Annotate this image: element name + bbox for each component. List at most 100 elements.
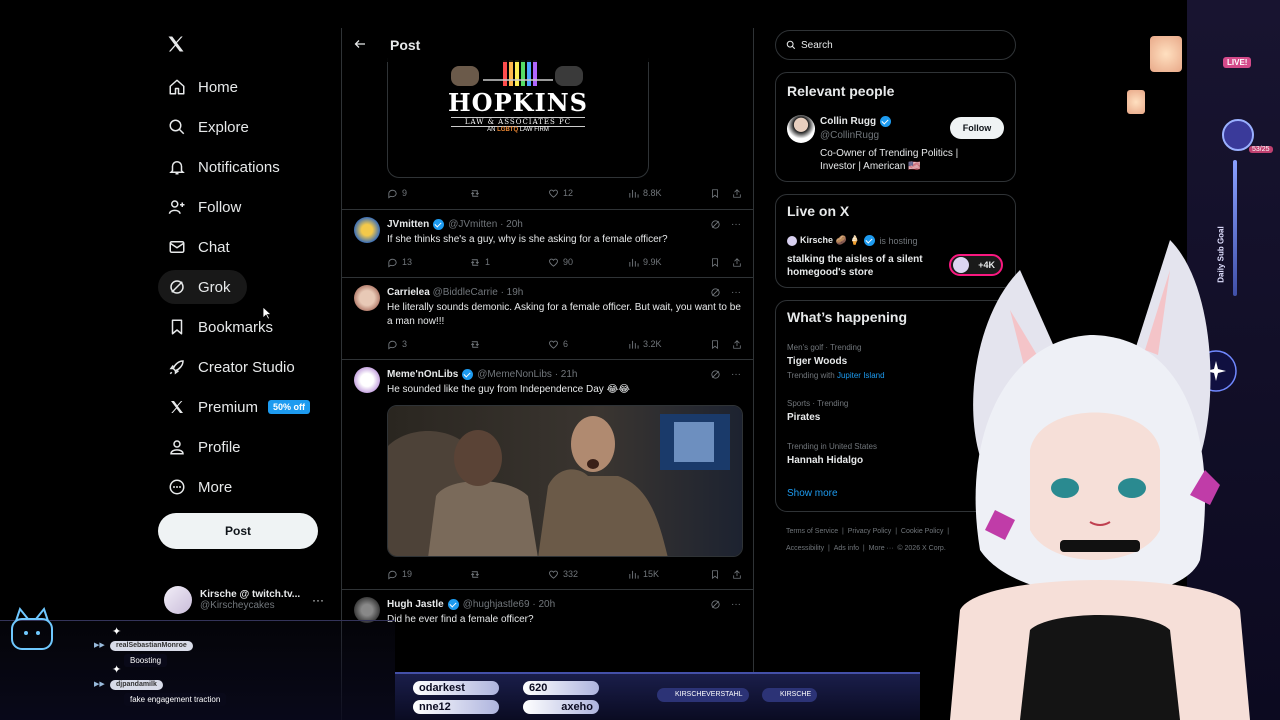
chat-username: djpandamilk	[110, 680, 163, 690]
grok-icon[interactable]	[710, 369, 721, 380]
more-dots-icon[interactable]: ···	[312, 593, 324, 607]
trend-link[interactable]: Jupiter Island	[837, 371, 885, 380]
like-button[interactable]: 12	[548, 188, 573, 199]
bookmark-button[interactable]	[710, 257, 724, 268]
views-button[interactable]: 9.9K	[628, 257, 662, 268]
account-switcher[interactable]: Kirsche @ twitch.tv... @Kirscheycakes ··…	[164, 583, 336, 617]
bookmark-button[interactable]	[710, 188, 724, 199]
share-button[interactable]	[732, 257, 746, 268]
footer-terms[interactable]: Terms of Service	[786, 528, 838, 535]
nav-premium[interactable]: Premium 50% off	[158, 390, 311, 424]
like-button[interactable]: 90	[548, 257, 573, 268]
author-name[interactable]: Meme'nOnLibs	[387, 369, 458, 380]
share-icon	[733, 188, 741, 198]
author-handle[interactable]: @JVmitten	[448, 219, 497, 230]
trend-name[interactable]: Pirates	[787, 412, 820, 423]
trend-name[interactable]: Tiger Woods	[787, 356, 847, 367]
repost-button[interactable]	[469, 569, 485, 580]
repost-button[interactable]	[469, 339, 485, 350]
search-box[interactable]	[775, 30, 1016, 60]
reply-button[interactable]: 9	[387, 188, 407, 199]
grok-icon[interactable]	[710, 219, 721, 230]
live-stream-title[interactable]: stalking the aisles of a silent homegood…	[787, 253, 937, 279]
follow-button[interactable]: Follow	[950, 117, 1004, 139]
share-button[interactable]	[732, 188, 746, 199]
search-input[interactable]	[801, 39, 1001, 51]
author-handle[interactable]: @MemeNonLibs	[477, 369, 552, 380]
grok-icon[interactable]	[710, 599, 721, 610]
share-button[interactable]	[732, 339, 746, 350]
chart-bars-icon	[629, 570, 639, 579]
author-name[interactable]: JVmitten	[387, 219, 429, 230]
timestamp[interactable]: · 19h	[501, 287, 524, 298]
nav-explore[interactable]: Explore	[158, 110, 249, 144]
cat-mascot-icon	[11, 606, 53, 650]
reply-tweet[interactable]: Hugh Jastle @hughjastle69 · 20h ··· Did …	[342, 589, 753, 649]
reply-button[interactable]: 13	[387, 257, 412, 268]
author-name[interactable]: Hugh Jastle	[387, 599, 444, 610]
nav-profile[interactable]: Profile	[158, 430, 241, 464]
footer-accessibility[interactable]: Accessibility	[786, 545, 824, 552]
more-dots-icon[interactable]: ···	[731, 599, 741, 610]
x-logo-icon	[166, 396, 188, 418]
footer-cookie[interactable]: Cookie Policy	[901, 528, 943, 535]
person-handle[interactable]: @CollinRugg	[820, 130, 879, 141]
trend-with: Trending with Jupiter Island	[787, 371, 885, 380]
bookmark-button[interactable]	[710, 339, 724, 350]
back-arrow-icon[interactable]	[354, 37, 368, 53]
share-button[interactable]	[732, 569, 746, 580]
live-host-row[interactable]: Kirsche 🥔 🍦 is hosting	[787, 235, 917, 246]
like-button[interactable]: 332	[548, 569, 578, 580]
timestamp[interactable]: · 21h	[555, 369, 578, 380]
show-more-link[interactable]: Show more	[787, 488, 838, 499]
avatar	[787, 235, 797, 246]
tweet-action-bar: 13 1 90 9.9K	[387, 255, 742, 269]
live-listener-count[interactable]: +4K	[949, 254, 1003, 276]
footer-ads-info[interactable]: Ads info	[834, 545, 859, 552]
author-handle[interactable]: @BiddleCarrie	[433, 287, 498, 298]
reply-icon	[388, 340, 397, 350]
author-name[interactable]: Carrielea	[387, 287, 430, 298]
avatar[interactable]	[354, 285, 380, 311]
avatar[interactable]	[354, 367, 380, 393]
reply-icon	[388, 189, 397, 199]
nav-more[interactable]: More	[158, 470, 232, 504]
trend-name[interactable]: Hannah Hidalgo	[787, 455, 863, 466]
bookmark-button[interactable]	[710, 569, 724, 580]
avatar[interactable]	[354, 597, 380, 623]
trend-category: Trending in United States	[787, 442, 877, 451]
views-button[interactable]: 15K	[628, 569, 659, 580]
post-button[interactable]: Post	[158, 513, 318, 549]
avatar[interactable]	[354, 217, 380, 243]
nav-follow[interactable]: Follow	[158, 190, 241, 224]
repost-button[interactable]	[469, 188, 485, 199]
more-dots-icon[interactable]: ···	[731, 287, 741, 298]
nav-chat[interactable]: Chat	[158, 230, 230, 264]
video-thumbnail[interactable]	[387, 405, 743, 557]
logo-tagline: AN LGBTQ LAW FIRM	[487, 127, 549, 133]
nav-creator-studio[interactable]: Creator Studio	[158, 350, 295, 384]
bookmark-icon	[712, 188, 718, 198]
footer-more[interactable]: More ···	[869, 545, 894, 552]
nav-bookmarks[interactable]: Bookmarks	[158, 310, 273, 344]
nav-grok[interactable]: Grok	[158, 270, 247, 304]
person-name[interactable]: Collin Rugg	[820, 116, 876, 127]
author-handle[interactable]: @hughjastle69	[463, 599, 530, 610]
avatar[interactable]	[787, 115, 815, 143]
more-dots-icon[interactable]: ···	[731, 369, 741, 380]
timestamp[interactable]: · 20h	[532, 599, 555, 610]
nav-notifications[interactable]: Notifications	[158, 150, 280, 184]
x-logo-icon[interactable]	[166, 34, 190, 58]
views-button[interactable]: 8.8K	[628, 188, 662, 199]
like-button[interactable]: 6	[548, 339, 568, 350]
repost-button[interactable]: 1	[469, 257, 490, 268]
grok-icon[interactable]	[710, 287, 721, 298]
reply-button[interactable]: 3	[387, 339, 407, 350]
more-dots-icon[interactable]: ···	[731, 219, 741, 230]
reply-button[interactable]: 19	[387, 569, 412, 580]
nav-home[interactable]: Home	[158, 70, 238, 104]
footer-privacy[interactable]: Privacy Policy	[848, 528, 892, 535]
post-image[interactable]: HOPKINS LAW & ASSOCIATES PC AN LGBTQ LAW…	[387, 58, 649, 178]
views-button[interactable]: 3.2K	[628, 339, 662, 350]
timestamp[interactable]: · 20h	[500, 219, 523, 230]
